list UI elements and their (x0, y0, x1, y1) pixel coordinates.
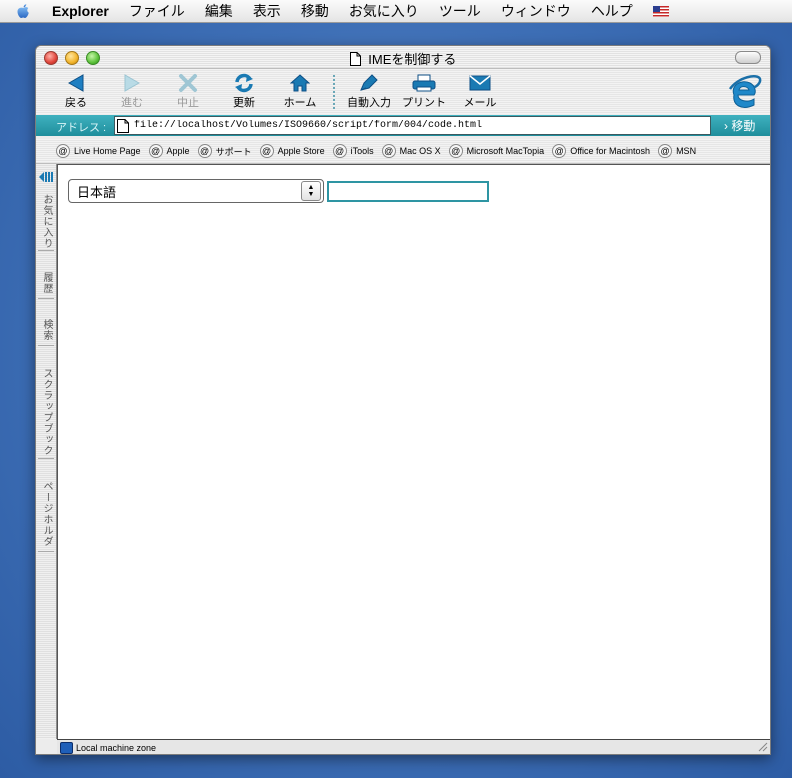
favorite-label: Apple (166, 146, 190, 156)
window-title: IMEを制御する (368, 52, 457, 67)
tab-history[interactable]: 履歴 (38, 272, 54, 299)
status-bar: Local machine zone (57, 739, 770, 754)
explorer-bar-toggle-icon[interactable] (39, 170, 53, 188)
zone-status-text: Local machine zone (76, 742, 157, 753)
home-label: ホーム (283, 97, 317, 109)
toolbar-collapse-button[interactable] (735, 51, 761, 64)
forward-arrow-icon (104, 72, 160, 94)
browser-window: IMEを制御する 戻る 進む 中止 更新 ホーム 自動入力 プリント メール ア… (35, 45, 771, 755)
favorite-label: MSN (676, 146, 697, 156)
stop-icon (160, 72, 216, 94)
ie-logo-icon[interactable] (728, 73, 762, 114)
favorite-apple[interactable]: @ Apple (148, 144, 190, 158)
menu-view[interactable]: 表示 (253, 1, 281, 21)
menu-tools[interactable]: ツール (439, 1, 481, 21)
at-link-icon: @ (552, 144, 567, 158)
at-link-icon: @ (259, 144, 274, 158)
page-document-icon (117, 118, 129, 133)
menu-go[interactable]: 移動 (301, 1, 329, 21)
address-bar: アドレス : › 移動 (36, 115, 770, 136)
favorite-label: Mac OS X (399, 146, 441, 156)
print-icon (396, 72, 452, 94)
at-link-icon: @ (332, 144, 347, 158)
window-title-wrap: IMEを制御する (36, 49, 770, 69)
document-icon (349, 52, 361, 69)
mail-icon (452, 72, 508, 94)
address-label: アドレス : (56, 122, 107, 134)
favorite-live-home-page[interactable]: @ Live Home Page (56, 144, 141, 158)
at-link-icon: @ (381, 144, 396, 158)
text-input[interactable] (327, 181, 489, 202)
back-label: 戻る (65, 97, 87, 109)
go-button[interactable]: › 移動 (724, 117, 755, 134)
favorite-label: iTools (350, 146, 374, 156)
favorite-label: Live Home Page (74, 146, 141, 156)
menu-app-explorer[interactable]: Explorer (52, 3, 109, 19)
tab-search[interactable]: 検索 (38, 319, 54, 346)
autofill-label: 自動入力 (347, 97, 391, 109)
stop-button[interactable]: 中止 (160, 72, 216, 110)
favorite-label: Office for Macintosh (570, 146, 651, 156)
back-arrow-icon (48, 72, 104, 94)
menu-favorites[interactable]: お気に入り (349, 1, 419, 21)
url-input[interactable] (134, 120, 694, 131)
favorite-label: サポート (215, 146, 252, 157)
resize-grip-icon[interactable] (756, 740, 768, 754)
at-link-icon: @ (448, 144, 463, 158)
at-link-icon: @ (658, 144, 673, 158)
back-button[interactable]: 戻る (48, 72, 104, 110)
autofill-icon (341, 72, 397, 94)
address-field[interactable] (114, 116, 711, 135)
menu-help[interactable]: ヘルプ (591, 1, 633, 21)
print-button[interactable]: プリント (396, 72, 452, 110)
print-label: プリント (402, 97, 446, 109)
autofill-button[interactable]: 自動入力 (341, 72, 397, 110)
tab-scrapbook[interactable]: スクラップブック (38, 368, 54, 459)
menu-edit[interactable]: 編集 (205, 1, 233, 21)
favorite-label: Apple Store (277, 146, 325, 156)
menu-bar: Explorer ファイル 編集 表示 移動 お気に入り ツール ウィンドウ ヘ… (0, 0, 792, 23)
favorite-support[interactable]: @ サポート (197, 144, 252, 158)
zone-icon (60, 741, 73, 754)
refresh-button[interactable]: 更新 (216, 72, 272, 110)
at-link-icon: @ (197, 144, 212, 158)
home-button[interactable]: ホーム (272, 72, 328, 110)
at-link-icon: @ (56, 144, 70, 158)
tab-page-holder[interactable]: ページホルダ (38, 481, 54, 552)
favorite-itools[interactable]: @ iTools (332, 144, 374, 158)
favorite-apple-store[interactable]: @ Apple Store (259, 144, 325, 158)
home-icon (272, 72, 328, 94)
page-content: 日本語 ▲ ▼ (57, 164, 770, 740)
mail-button[interactable]: メール (452, 72, 508, 110)
favorite-microsoft-mactopia[interactable]: @ Microsoft MacTopia (448, 144, 545, 158)
favorite-mac-os-x[interactable]: @ Mac OS X (381, 144, 441, 158)
favorite-label: Microsoft MacTopia (466, 146, 545, 156)
menu-file[interactable]: ファイル (129, 1, 185, 21)
favorite-msn[interactable]: @ MSN (658, 144, 696, 158)
at-link-icon: @ (148, 144, 163, 158)
tab-favorites[interactable]: お気に入り (38, 194, 54, 251)
updown-arrows-icon: ▲ ▼ (301, 181, 321, 201)
explorer-bar-tabs: お気に入り 履歴 検索 スクラップブック ページホルダ (36, 164, 57, 739)
language-select-value: 日本語 (77, 184, 117, 200)
mail-label: メール (463, 97, 497, 109)
apple-menu-icon[interactable] (16, 3, 34, 20)
toolbar-separator (333, 75, 335, 109)
us-flag-icon[interactable] (652, 5, 669, 17)
menu-window[interactable]: ウィンドウ (501, 1, 571, 21)
forward-button[interactable]: 進む (104, 72, 160, 110)
title-bar[interactable]: IMEを制御する (36, 46, 770, 69)
favorite-office-for-macintosh[interactable]: @ Office for Macintosh (552, 144, 650, 158)
toolbar: 戻る 進む 中止 更新 ホーム 自動入力 プリント メール (36, 69, 770, 114)
forward-label: 進む (121, 97, 143, 109)
stop-label: 中止 (177, 97, 199, 109)
refresh-label: 更新 (233, 97, 255, 109)
language-select[interactable]: 日本語 ▲ ▼ (68, 179, 324, 203)
favorites-bar: @ Live Home Page @ Apple @ サポート @ Apple Stor… (36, 139, 770, 164)
refresh-icon (216, 72, 272, 94)
